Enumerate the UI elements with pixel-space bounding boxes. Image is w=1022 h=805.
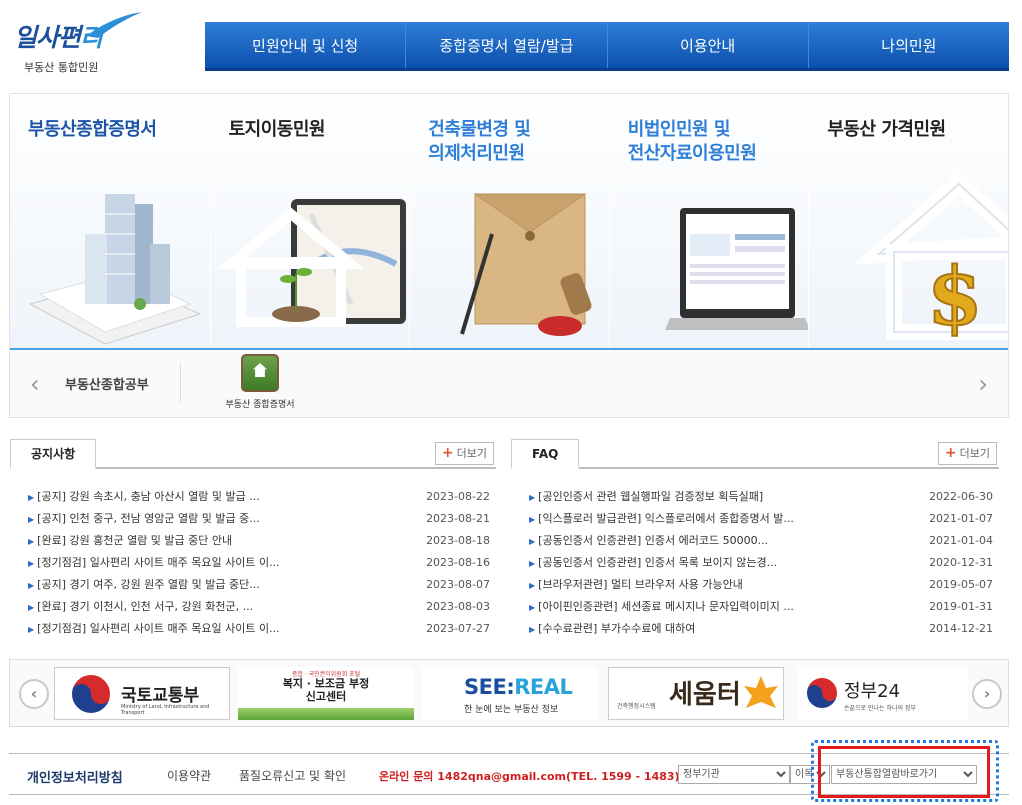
envelope-stamp-illustration [460, 193, 592, 336]
list-item[interactable]: ▶ [공지] 강원 속초시, 충남 아산시 열람 및 발급 ... 2023-08-… [28, 485, 490, 507]
plus-icon: + [441, 445, 454, 461]
panel-land-movement[interactable]: 토지이동민원 [209, 94, 410, 348]
terms-link[interactable]: 이용약관 [167, 767, 211, 784]
triangle-bullet-icon: ▶ [529, 537, 536, 546]
list-item[interactable]: ▶ [공동인증서 인증관련] 인증서 목록 보이지 않는경... 2020-12-3… [529, 551, 993, 573]
logo-swoosh-icon [86, 12, 142, 38]
triangle-bullet-icon: ▶ [529, 625, 536, 634]
panel-building-change[interactable]: 건축물변경 및 의제처리민원 [409, 94, 609, 348]
partner-seumteo[interactable]: 건축행정시스템 세움터 [608, 667, 784, 720]
partner-name: 정부24 [844, 681, 901, 702]
service-banner: 부동산종합증명서 토지이동민원 건축물변경 및 의제처리민원 비법인민원 및 전… [9, 93, 1009, 418]
partner-next-arrow-icon[interactable]: › [972, 679, 1002, 709]
nav-usage-guide[interactable]: 이용안내 [608, 22, 809, 68]
building-documents-illustration [28, 194, 202, 345]
partner-subtitle: 한 눈에 보는 부동산 정보 [464, 705, 559, 715]
partner-name: 세움터 [669, 680, 741, 710]
partner-welfare-report[interactable]: 종합 · 국민권익위원회 포털 복지 · 보조금 부정 신고센터 [238, 667, 414, 720]
partner-molit[interactable]: 국토교통부 Ministry of Land, Infrastructure a… [54, 667, 230, 720]
tab-notice[interactable]: 공지사항 [10, 439, 97, 469]
grass-decoration [238, 708, 414, 720]
list-item[interactable]: ▶ [정기점검] 일사편리 사이트 매주 목요일 사이트 이... 2023-07-… [28, 617, 490, 639]
triangle-bullet-icon: ▶ [28, 537, 35, 546]
triangle-bullet-icon: ▶ [529, 559, 536, 568]
list-item[interactable]: ▶ [수수료관련] 부가수수료에 대하여 2014-12-21 [529, 617, 993, 639]
contact-info: 온라인 문의 1482qna@gmail.com(TEL. 1599 - 148… [379, 770, 680, 783]
nav-my-civil[interactable]: 나의민원 [809, 22, 1009, 68]
privacy-policy-link[interactable]: 개인정보처리방침 [27, 767, 123, 786]
partner-subtitle: Ministry of Land, Infrastructure and Tra… [121, 704, 210, 716]
logo-subtitle: 부동산 통합민원 [24, 61, 99, 74]
main-navigation: 민원안내 및 신청 종합증명서 열람/발급 이용안내 나의민원 [205, 22, 1009, 71]
notice-more-button[interactable]: + 더보기 [434, 442, 494, 465]
land-map-illustration [216, 199, 406, 327]
quick-next-arrow-icon[interactable]: › [978, 370, 988, 398]
triangle-bullet-icon: ▶ [529, 515, 536, 524]
faq-board-header: FAQ + 더보기 [511, 439, 999, 469]
partner-prev-arrow-icon[interactable]: ‹ [19, 679, 49, 709]
partner-seereal[interactable]: SEE:REAL 한 눈에 보는 부동산 정보 [422, 667, 598, 720]
list-item[interactable]: ▶ [브라우저관련] 멀티 브라우저 사용 가능안내 2019-05-07 [529, 573, 993, 595]
panel-real-estate-certificate[interactable]: 부동산종합증명서 [10, 94, 210, 348]
notice-board-header: 공지사항 + 더보기 [10, 439, 496, 469]
tab-faq[interactable]: FAQ [511, 439, 580, 469]
list-item[interactable]: ▶ [완료] 강원 홍천군 열람 및 발급 중단 안내 2023-08-18 [28, 529, 490, 551]
house-dollar-illustration: $ [853, 171, 1008, 344]
nav-civil-guide[interactable]: 민원안내 및 신청 [205, 22, 407, 68]
triangle-bullet-icon: ▶ [529, 581, 536, 590]
faq-list: ▶ [공인인증서 관련 웹실행파일 검증정보 획득실패] 2022-06-30 ▶[… [529, 485, 993, 639]
list-item[interactable]: ▶ [정기점검] 일사편리 사이트 매주 목요일 사이트 이... 2023-08-… [28, 551, 490, 573]
faq-board: FAQ + 더보기 ▶ [공인인증서 관련 웹실행파일 검증정보 획득실패] 2022… [511, 439, 999, 639]
panel-title: 부동산 가격민원 [827, 119, 946, 140]
quick-menu-label: 부동산종합공부 [65, 378, 149, 393]
partner-banner-strip: ‹ 국토교통부 Ministry of Land, Infrastructure… [9, 659, 1009, 727]
taegeuk-icon [70, 673, 112, 715]
triangle-bullet-icon: ▶ [28, 603, 35, 612]
list-item[interactable]: ▶ [공인인증서 관련 웹실행파일 검증정보 획득실패] 2022-06-30 [529, 485, 993, 507]
list-item[interactable]: ▶ [공지] 경기 여주, 강원 원주 열람 및 발급 중단... 2023-08-… [28, 573, 490, 595]
highlight-red-frame [818, 746, 990, 798]
triangle-bullet-icon: ▶ [28, 559, 35, 568]
quick-prev-arrow-icon[interactable]: ‹ [30, 370, 40, 398]
site-logo[interactable]: 일사편리 부동산 통합민원 [14, 10, 144, 75]
triangle-bullet-icon: ▶ [28, 493, 35, 502]
partner-subtitle: 건축행정시스템 [617, 703, 656, 710]
gov-agency-select[interactable]: 정부기관 [678, 765, 790, 784]
panel-real-estate-price[interactable]: 부동산 가격민원 $ [808, 94, 1008, 348]
notice-board: 공지사항 + 더보기 ▶ [공지] 강원 속초시, 충남 아산시 열람 및 발급 .… [10, 439, 496, 639]
faq-more-button[interactable]: + 더보기 [937, 442, 997, 465]
notice-list: ▶ [공지] 강원 속초시, 충남 아산시 열람 및 발급 ... 2023-08-… [28, 485, 490, 639]
quick-menu: ‹ 부동산종합공부 부동산 종합증명서 › [10, 350, 1008, 417]
panel-non-corporate[interactable]: 비법인민원 및 전산자료이용민원 [608, 94, 809, 348]
partner-name: 복지 · 보조금 부정 신고센터 [282, 677, 370, 703]
partner-name: 국토교통부 [121, 686, 200, 706]
list-item[interactable]: ▶ [익스플로러 발급관련] 익스플로러에서 종합증명서 발... 2021-01-… [529, 507, 993, 529]
laptop-illustration [664, 208, 809, 330]
quick-separator [180, 364, 181, 402]
quick-item-label: 부동산 종합증명서 [225, 400, 295, 410]
panel-title: 토지이동민원 [228, 119, 326, 140]
gov-emblem-icon [805, 676, 839, 710]
maple-leaf-icon [744, 676, 778, 708]
partner-name: SEE:REAL [464, 675, 573, 699]
list-item[interactable]: ▶ [공동인증서 인증관련] 인증서 에러코드 50000... 2021-01-0… [529, 529, 993, 551]
list-item[interactable]: ▶ [아이핀인증관련] 세션종료 메시지나 문자입력이미지 ... 2019-01-… [529, 595, 993, 617]
quality-report-link[interactable]: 품질오류신고 및 확인 [239, 767, 346, 784]
triangle-bullet-icon: ▶ [28, 625, 35, 634]
list-item[interactable]: ▶ [완료] 경기 이천시, 인천 서구, 강원 화천군, ... 2023-08-… [28, 595, 490, 617]
panel-title: 부동산종합증명서 [28, 119, 157, 140]
triangle-bullet-icon: ▶ [28, 515, 35, 524]
partner-gov24[interactable]: 정부24 손끝으로 만나는 하나의 정부 [798, 667, 968, 720]
triangle-bullet-icon: ▶ [28, 581, 35, 590]
list-item[interactable]: ▶ [공지] 인천 중구, 전남 영암군 열람 및 발급 중... 2023-08-… [28, 507, 490, 529]
triangle-bullet-icon: ▶ [529, 493, 536, 502]
plus-icon: + [944, 445, 957, 461]
book-house-icon [241, 354, 279, 392]
svg-text:$: $ [927, 249, 983, 343]
nav-certificate-issue[interactable]: 종합증명서 열람/발급 [406, 22, 608, 68]
quick-item-certificate[interactable]: 부동산 종합증명서 [220, 354, 300, 410]
triangle-bullet-icon: ▶ [529, 603, 536, 612]
partner-subtitle: 손끝으로 만나는 하나의 정부 [844, 705, 916, 712]
